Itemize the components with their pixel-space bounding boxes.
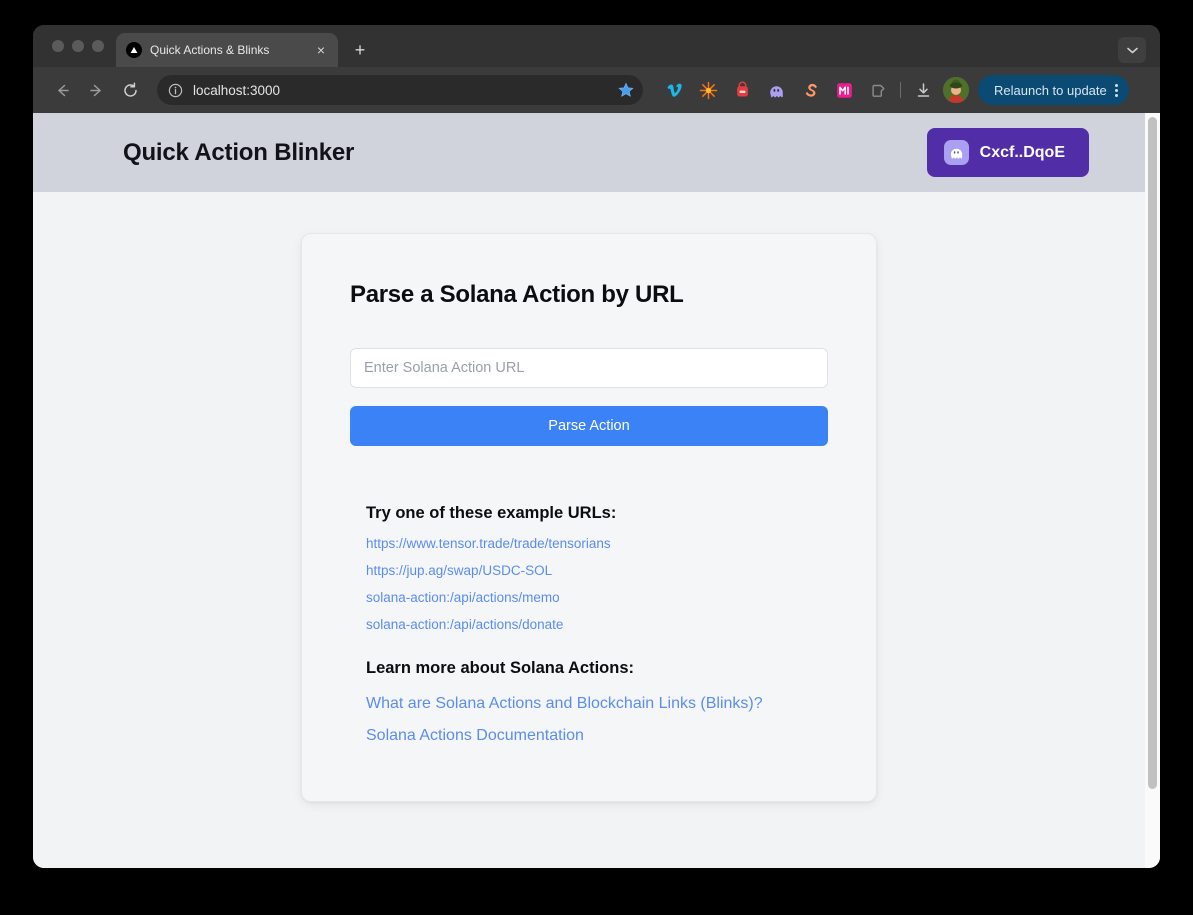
tab-strip: Quick Actions & Blinks × + (33, 25, 1160, 67)
page-scrollbar[interactable] (1145, 113, 1160, 868)
wallet-connect-button[interactable]: Cxcf..DqoE (927, 128, 1089, 177)
toolbar-divider (900, 82, 901, 98)
downloads-icon[interactable] (906, 75, 940, 105)
relaunch-label: Relaunch to update (994, 83, 1107, 98)
address-bar[interactable]: localhost:3000 (157, 75, 643, 105)
info-circle-icon[interactable] (165, 80, 185, 100)
window-controls (33, 25, 116, 67)
phantom-ghost-icon (944, 140, 969, 165)
tab-title: Quick Actions & Blinks (150, 43, 304, 57)
url-text[interactable]: localhost:3000 (193, 83, 605, 98)
relaunch-to-update-button[interactable]: Relaunch to update (978, 75, 1129, 105)
maximize-window-button[interactable] (92, 40, 104, 52)
forward-button[interactable] (81, 75, 111, 105)
solana-action-url-input[interactable] (350, 348, 828, 388)
starburst-extension-icon[interactable] (691, 75, 725, 105)
learn-more-link[interactable]: Solana Actions Documentation (366, 727, 828, 745)
browser-toolbar: localhost:3000 (33, 67, 1160, 113)
example-urls-section: Try one of these example URLs: https://w… (350, 504, 828, 745)
card-title: Parse a Solana Action by URL (350, 281, 828, 309)
star-icon[interactable] (613, 77, 639, 103)
outline-shape-extension-icon[interactable] (861, 75, 895, 105)
scrollbar-thumb[interactable] (1148, 117, 1157, 789)
parse-action-card: Parse a Solana Action by URL Parse Actio… (301, 233, 877, 802)
reload-button[interactable] (115, 75, 145, 105)
vimeo-extension-icon[interactable] (657, 75, 691, 105)
content-area: Parse a Solana Action by URL Parse Actio… (33, 192, 1145, 802)
example-url-link[interactable]: solana-action:/api/actions/donate (366, 617, 828, 632)
example-url-link[interactable]: solana-action:/api/actions/memo (366, 590, 828, 605)
page-viewport: Quick Action Blinker Cxcf..DqoE Parse a … (33, 113, 1160, 868)
mi-extension-icon[interactable] (827, 75, 861, 105)
profile-avatar[interactable] (943, 77, 969, 103)
learn-more-heading: Learn more about Solana Actions: (366, 659, 828, 678)
parse-action-button[interactable]: Parse Action (350, 406, 828, 446)
page-title: Quick Action Blinker (123, 139, 354, 167)
app-header: Quick Action Blinker Cxcf..DqoE (33, 113, 1145, 192)
backpack-wallet-icon[interactable] (725, 75, 759, 105)
learn-more-link[interactable]: What are Solana Actions and Blockchain L… (366, 695, 828, 713)
minimize-window-button[interactable] (72, 40, 84, 52)
browser-tab[interactable]: Quick Actions & Blinks × (116, 33, 338, 67)
example-url-link[interactable]: https://www.tensor.trade/trade/tensorian… (366, 536, 828, 551)
wallet-address-label: Cxcf..DqoE (980, 144, 1065, 162)
kebab-menu-icon[interactable] (1113, 84, 1120, 97)
example-urls-heading: Try one of these example URLs: (366, 504, 828, 523)
learn-more-section: Learn more about Solana Actions: What ar… (366, 659, 828, 745)
browser-window: Quick Actions & Blinks × + localhost:300… (33, 25, 1160, 868)
back-button[interactable] (47, 75, 77, 105)
phantom-wallet-icon[interactable] (759, 75, 793, 105)
new-tab-button[interactable]: + (346, 36, 374, 64)
solflare-wallet-icon[interactable] (793, 75, 827, 105)
chevron-down-icon[interactable] (1118, 37, 1146, 63)
triangle-logo-icon (126, 42, 142, 58)
close-window-button[interactable] (52, 40, 64, 52)
example-url-link[interactable]: https://jup.ag/swap/USDC-SOL (366, 563, 828, 578)
web-page: Quick Action Blinker Cxcf..DqoE Parse a … (33, 113, 1145, 868)
close-tab-button[interactable]: × (312, 41, 330, 59)
extensions-area: Relaunch to update (657, 75, 1129, 105)
